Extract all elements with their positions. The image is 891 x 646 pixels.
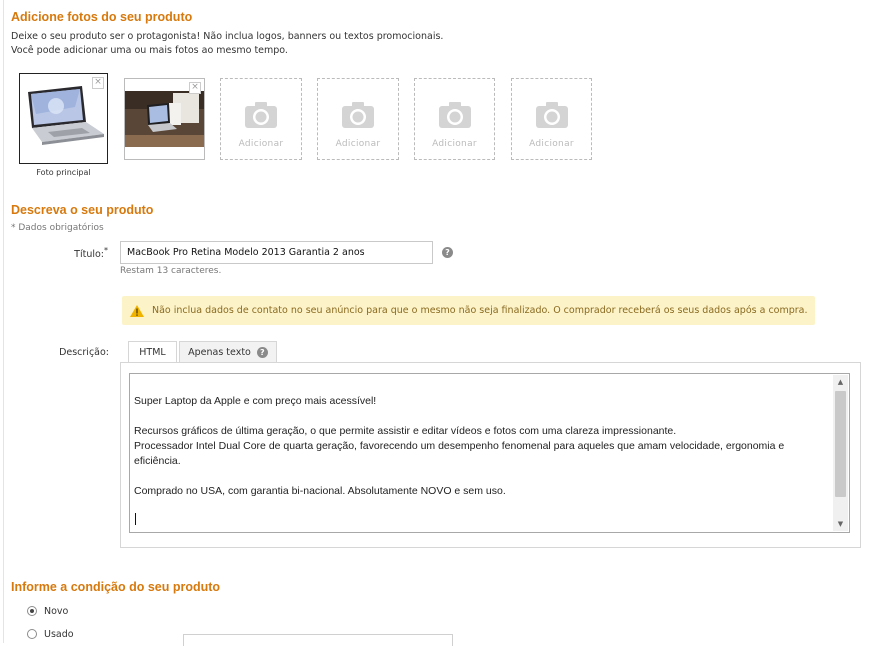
scroll-thumb[interactable]	[835, 391, 846, 497]
contact-warning-banner: Não inclua dados de contato no seu anúnc…	[122, 296, 815, 325]
photos-description-line1: Deixe o seu produto ser o protagonista! …	[11, 31, 444, 42]
textarea-scrollbar[interactable]: ▲ ▼	[833, 375, 848, 531]
condition-detail-field[interactable]	[183, 634, 453, 646]
describe-section-title: Descreva o seu produto	[11, 203, 154, 217]
add-photo-slot[interactable]: Adicionar	[317, 78, 399, 160]
title-field-label: Título:*	[60, 246, 108, 260]
title-label-text: Título:	[74, 249, 104, 261]
title-input[interactable]	[120, 241, 433, 264]
remove-photo-icon[interactable]: ×	[92, 77, 104, 89]
description-textarea[interactable]: Super Laptop da Apple e com preço mais a…	[129, 373, 850, 533]
add-photo-label: Adicionar	[335, 139, 381, 149]
camera-icon	[438, 102, 471, 128]
condition-used-label[interactable]: Usado	[44, 629, 74, 640]
camera-icon	[245, 102, 277, 128]
condition-used-radio[interactable]	[27, 629, 37, 639]
help-icon[interactable]: ?	[256, 346, 268, 358]
add-photo-label: Adicionar	[432, 139, 477, 149]
condition-new-radio[interactable]	[27, 606, 37, 616]
required-asterisk: *	[104, 246, 108, 255]
add-photo-label: Adicionar	[238, 139, 284, 149]
condition-new-label[interactable]: Novo	[44, 606, 68, 617]
main-photo-caption: Foto principal	[36, 168, 91, 177]
warning-icon	[130, 304, 144, 317]
required-fields-note: * Dados obrigatórios	[11, 223, 104, 233]
help-icon[interactable]: ?	[442, 247, 453, 258]
photo-slot-2[interactable]: ×	[124, 78, 205, 160]
main-photo-slot[interactable]: ×	[19, 73, 108, 164]
photos-section-title: Adicione fotos do seu produto	[11, 10, 193, 24]
scroll-up-icon[interactable]: ▲	[833, 375, 848, 389]
description-text: Super Laptop da Apple e com preço mais a…	[134, 395, 785, 497]
camera-icon	[342, 102, 374, 128]
remove-photo-icon[interactable]: ×	[189, 82, 201, 94]
scroll-down-icon[interactable]: ▼	[833, 517, 848, 531]
add-photo-label: Adicionar	[529, 139, 574, 149]
page-left-border	[3, 0, 4, 643]
text-cursor	[135, 513, 136, 525]
warning-text: Não inclua dados de contato no seu anúnc…	[152, 305, 808, 316]
description-label: Descrição:	[59, 347, 109, 358]
tab-plain-text[interactable]: Apenas texto ?	[179, 341, 277, 362]
add-photo-slot[interactable]: Adicionar	[414, 78, 495, 160]
tab-plain-text-label: Apenas texto	[188, 346, 251, 358]
tab-html[interactable]: HTML	[128, 341, 177, 362]
condition-section-title: Informe a condição do seu produto	[11, 580, 221, 594]
remaining-characters: Restam 13 caracteres.	[120, 266, 222, 276]
add-photo-slot[interactable]: Adicionar	[511, 78, 592, 160]
camera-icon	[535, 102, 568, 128]
add-photo-slot[interactable]: Adicionar	[220, 78, 302, 160]
photos-description-line2: Você pode adicionar uma ou mais fotos ao…	[11, 45, 288, 56]
